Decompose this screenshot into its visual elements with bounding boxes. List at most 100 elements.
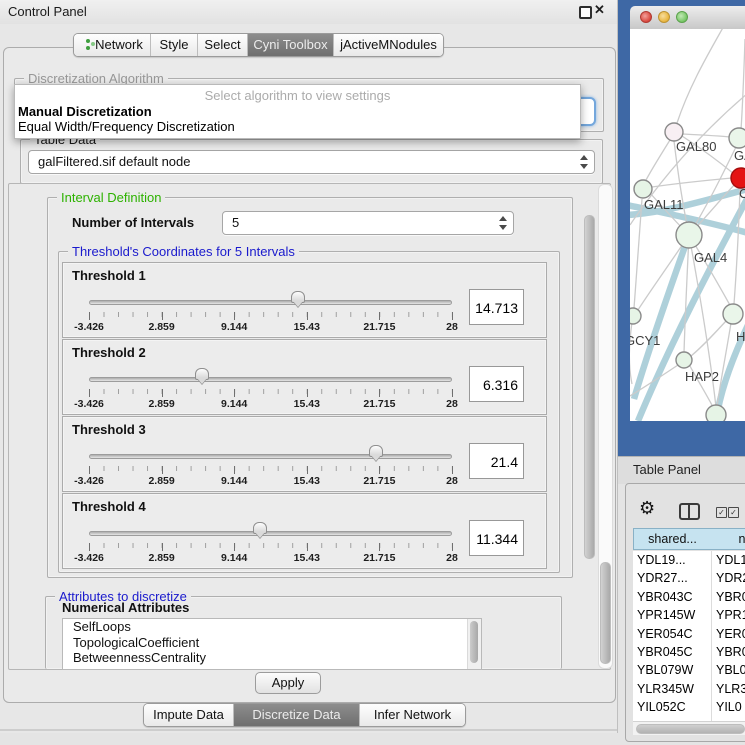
column-header-shared[interactable]: shared... — [633, 528, 712, 550]
network-node-ga[interactable] — [729, 128, 745, 148]
table-row[interactable]: YIL052CYIL0 — [633, 698, 745, 716]
node-label: GAL4 — [694, 250, 727, 265]
checkbox-icon[interactable]: ✓ — [728, 507, 739, 518]
tab-impute-data[interactable]: Impute Data — [144, 704, 233, 726]
threshold-1-value-field[interactable]: 14.713 — [469, 289, 524, 325]
stepper-icon — [498, 216, 507, 230]
minimize-traffic-light-icon[interactable] — [658, 11, 670, 23]
top-tab-bar: Network Style Select Cyni Toolbox jActiv… — [73, 33, 444, 57]
threshold-3-panel: Threshold 3 -3.426 2.859 9.144 15.43 21.… — [62, 416, 547, 492]
tab-jactivemnodules[interactable]: jActiveMNodules — [333, 34, 443, 56]
node-label: GAL11 — [644, 197, 684, 212]
tab-discretize-data[interactable]: Discretize Data — [233, 704, 359, 726]
threshold-3-value-field[interactable]: 21.4 — [469, 443, 524, 479]
node-label: GA — [734, 148, 745, 163]
node-label: C — [739, 186, 745, 201]
tab-network[interactable]: Network — [74, 34, 150, 56]
close-icon[interactable]: ✕ — [594, 2, 605, 18]
numerical-attributes-label: Numerical Attributes — [62, 600, 189, 615]
tab-infer-network[interactable]: Infer Network — [359, 704, 465, 726]
bottom-tab-bar: Impute Data Discretize Data Infer Networ… — [143, 703, 466, 727]
list-item[interactable]: BetweennessCentrality — [63, 650, 481, 666]
node-label: GCY1 — [630, 333, 660, 348]
threshold-3-slider[interactable] — [89, 447, 452, 465]
node-label: H — [736, 329, 745, 344]
threshold-2-value-field[interactable]: 6.316 — [469, 366, 524, 402]
slider-thumb[interactable] — [369, 445, 383, 457]
threshold-2-slider[interactable] — [89, 370, 452, 388]
table-row[interactable]: YPR145WYPR1 — [633, 606, 745, 624]
slider-ticks: -3.426 2.859 9.144 15.43 21.715 28 — [89, 312, 452, 334]
network-node-h[interactable] — [723, 304, 743, 324]
list-scrollbar[interactable] — [467, 619, 481, 669]
network-node-gcy1[interactable] — [630, 308, 641, 324]
table-data-value: galFiltered.sif default node — [38, 154, 190, 169]
columns-icon[interactable] — [679, 503, 700, 520]
inner-vertical-scrollbar[interactable] — [584, 215, 595, 559]
network-canvas[interactable]: GAL80 GA C GAL11 GAL4 GCY1 H HAP2 — [630, 29, 745, 421]
apply-button[interactable]: Apply — [255, 672, 321, 694]
threshold-1-slider[interactable] — [89, 293, 452, 311]
network-node-hap2[interactable] — [676, 352, 692, 368]
table-panel-title: Table Panel — [633, 462, 701, 477]
tab-select[interactable]: Select — [197, 34, 247, 56]
threshold-2-panel: Threshold 2 -3.426 2.859 9.144 15.43 21.… — [62, 339, 547, 415]
group-title-interval: Interval Definition — [57, 190, 165, 205]
number-of-intervals-combobox[interactable]: 5 — [222, 211, 514, 235]
network-window-titlebar[interactable] — [630, 6, 745, 30]
dropdown-item-manual[interactable]: Manual Discretization — [18, 104, 152, 119]
network-node-bottom[interactable] — [706, 405, 726, 421]
slider-thumb[interactable] — [253, 522, 267, 534]
tab-style[interactable]: Style — [150, 34, 197, 56]
threshold-4-label: Threshold 4 — [72, 499, 146, 514]
threshold-4-value-field[interactable]: 11.344 — [469, 520, 524, 556]
slider-thumb[interactable] — [195, 368, 209, 380]
group-title-thresholds: Threshold's Coordinates for 5 Intervals — [68, 244, 299, 259]
zoom-traffic-light-icon[interactable] — [676, 11, 688, 23]
node-label: HAP2 — [685, 369, 719, 384]
tab-cyni-toolbox[interactable]: Cyni Toolbox — [247, 34, 333, 56]
list-item[interactable]: TopologicalCoefficient — [63, 635, 481, 651]
table-body: YDL19...YDL1 YDR27...YDR2 YBR043CYBR0 YP… — [633, 551, 745, 721]
table-row[interactable]: YLR345WYLR3 — [633, 680, 745, 698]
threshold-3-label: Threshold 3 — [72, 422, 146, 437]
control-panel-titlebar — [0, 0, 617, 24]
column-header-name[interactable]: n — [711, 528, 745, 550]
algorithm-dropdown-popup: Select algorithm to view settings Manual… — [14, 84, 581, 139]
number-of-intervals-label: Number of Intervals — [72, 215, 194, 230]
gear-icon[interactable]: ⚙ — [639, 498, 655, 519]
list-item[interactable]: SelfLoops — [63, 619, 481, 635]
threshold-1-label: Threshold 1 — [72, 268, 146, 283]
threshold-2-label: Threshold 2 — [72, 345, 146, 360]
slider-track — [89, 454, 452, 459]
table-panel-window: ⚙ ✓ ✓ shared... n YDL19...YDL1 YDR27...Y… — [625, 483, 745, 742]
table-row[interactable]: YDL19...YDL1 — [633, 551, 745, 569]
horizontal-scrollbar[interactable] — [636, 724, 745, 734]
checkbox-icon[interactable]: ✓ — [716, 507, 727, 518]
horizontal-scrollbar-track — [633, 721, 745, 735]
outer-vertical-scrollbar[interactable] — [600, 562, 611, 664]
table-data-combobox[interactable]: galFiltered.sif default node — [28, 150, 595, 174]
slider-track — [89, 531, 452, 536]
table-row[interactable]: YBR043CYBR0 — [633, 588, 745, 606]
slider-track — [89, 377, 452, 382]
threshold-4-panel: Threshold 4 -3.426 2.859 9.144 15.43 21.… — [62, 493, 547, 569]
float-window-icon[interactable] — [579, 6, 592, 19]
close-traffic-light-icon[interactable] — [640, 11, 652, 23]
slider-thumb[interactable] — [291, 291, 305, 303]
slider-track — [89, 300, 452, 305]
dropdown-item-equal-width[interactable]: Equal Width/Frequency Discretization — [18, 119, 235, 134]
network-node-gal4[interactable] — [676, 222, 702, 248]
network-node-red[interactable] — [731, 168, 745, 188]
slider-ticks: -3.426 2.859 9.144 15.43 21.715 28 — [89, 389, 452, 411]
threshold-1-panel: Threshold 1 -3.426 2.859 9.144 15.43 21.… — [62, 262, 547, 338]
table-row[interactable]: YER054CYER0 — [633, 625, 745, 643]
table-row[interactable]: YBL079WYBL0 — [633, 661, 745, 679]
table-row[interactable]: YDR27...YDR2 — [633, 569, 745, 587]
network-node-gal11[interactable] — [634, 180, 652, 198]
threshold-4-slider[interactable] — [89, 524, 452, 542]
numerical-attributes-list[interactable]: SelfLoops TopologicalCoefficient Between… — [62, 618, 482, 670]
table-row[interactable]: YBR045CYBR0 — [633, 643, 745, 661]
stepper-icon — [579, 155, 588, 169]
network-icon — [81, 39, 91, 51]
